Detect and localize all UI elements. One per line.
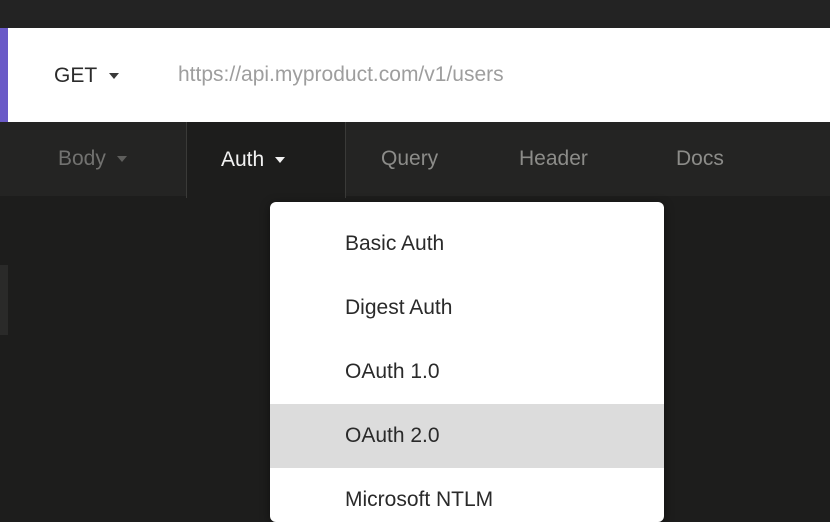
method-selector[interactable]: GET [54,62,120,90]
tab-body-caret-icon [116,156,127,162]
left-panel-edge [0,265,8,335]
menu-item-label: OAuth 2.0 [345,424,440,447]
url-input[interactable] [170,58,826,92]
menu-item-label: Digest Auth [345,296,453,319]
tab-query[interactable]: Query [381,122,438,196]
menu-item-oauth-2[interactable]: OAuth 2.0 [270,404,664,468]
tab-query-label: Query [381,147,439,170]
tab-auth-label: Auth [221,148,265,171]
method-caret-icon [109,73,120,79]
menu-item-basic-auth[interactable]: Basic Auth [270,212,664,276]
auth-type-dropdown: Basic Auth Digest Auth OAuth 1.0 OAuth 2… [270,202,664,522]
tab-auth-caret-icon [275,157,286,163]
tab-header-label: Header [519,147,588,170]
menu-item-label: OAuth 1.0 [345,360,440,383]
window-top-bar [0,0,830,28]
tab-body[interactable]: Body [58,122,127,196]
menu-item-label: Microsoft NTLM [345,488,494,511]
menu-item-label: Basic Auth [345,232,445,255]
tab-docs-label: Docs [676,147,724,170]
request-tab-bar: Body Auth Query Header Docs [0,122,830,198]
tab-header[interactable]: Header [519,122,588,196]
request-url-bar: GET [0,28,830,122]
menu-item-digest-auth[interactable]: Digest Auth [270,276,664,340]
tab-docs[interactable]: Docs [676,122,724,196]
tab-auth[interactable]: Auth [186,122,346,198]
menu-item-microsoft-ntlm[interactable]: Microsoft NTLM [270,468,664,522]
tab-body-label: Body [58,147,106,170]
menu-item-oauth-1[interactable]: OAuth 1.0 [270,340,664,404]
method-label: GET [54,64,98,87]
